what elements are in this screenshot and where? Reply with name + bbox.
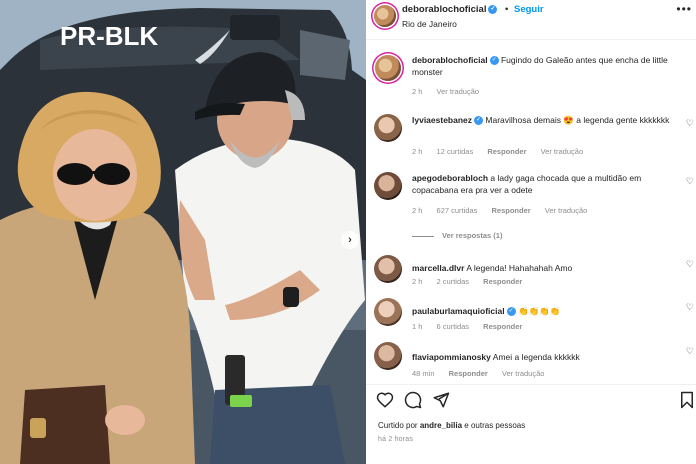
reply-button[interactable]: Responder bbox=[491, 206, 530, 215]
comment-text: A legenda! Hahahahah Amo bbox=[466, 263, 573, 273]
comment-avatar[interactable] bbox=[374, 342, 402, 370]
comment-avatar[interactable] bbox=[374, 114, 402, 142]
comment-text-block: paulaburlamaquioficial ✓ 👏👏👏👏 bbox=[412, 305, 682, 317]
verified-icon: ✓ bbox=[488, 4, 498, 14]
liked-by: Curtido por andre_bilia e outras pessoas bbox=[378, 421, 525, 430]
caption-meta: 2 h Ver tradução bbox=[412, 87, 491, 96]
follow-button[interactable]: Seguir bbox=[514, 4, 544, 15]
translate-link[interactable]: Ver tradução bbox=[545, 206, 588, 215]
reply-button[interactable]: Responder bbox=[449, 369, 488, 378]
verified-icon: ✓ bbox=[506, 307, 516, 317]
more-icon[interactable]: ••• bbox=[676, 2, 692, 16]
comment-text: 👏👏👏👏 bbox=[517, 306, 561, 316]
post-header: deborablochoficial ✓ • Seguir Rio de Jane… bbox=[366, 0, 696, 40]
replies-divider bbox=[412, 235, 434, 237]
comment-username[interactable]: apegodeborabloch bbox=[412, 173, 488, 183]
comment-time: 2 h bbox=[412, 277, 423, 286]
caption-text-block: deborablochoficial ✓ Fugindo do Galeão an… bbox=[412, 54, 682, 78]
comment-meta: 2 h 2 curtidas Responder bbox=[412, 277, 534, 286]
reply-button[interactable]: Responder bbox=[483, 322, 522, 331]
liked-user[interactable]: andre_bilia bbox=[420, 421, 462, 430]
caption-translate-link[interactable]: Ver tradução bbox=[437, 87, 480, 96]
comment-username[interactable]: paulaburlamaquioficial bbox=[412, 306, 505, 316]
post-photo[interactable]: PR-BLK › bbox=[0, 0, 366, 464]
comment-time: 2 h bbox=[412, 147, 423, 156]
comment-avatar[interactable] bbox=[374, 255, 402, 283]
liked-prefix: Curtido por bbox=[378, 421, 418, 430]
comment-avatar[interactable] bbox=[374, 172, 402, 200]
location-link[interactable]: Rio de Janeiro bbox=[402, 19, 457, 29]
heart-icon[interactable]: ♡ bbox=[686, 118, 694, 129]
view-replies-label[interactable]: Ver respostas (1) bbox=[442, 231, 502, 240]
comment-text: Maravilhosa demais 😍 a legenda gente kkk… bbox=[485, 115, 670, 125]
comment-username[interactable]: lyviaestebanez bbox=[412, 115, 472, 125]
heart-icon[interactable]: ♡ bbox=[686, 259, 694, 270]
comment-time: 1 h bbox=[412, 322, 423, 331]
photo-illustration: PR-BLK bbox=[0, 0, 366, 464]
comment-username[interactable]: flaviapommianosky bbox=[412, 352, 491, 362]
reply-button[interactable]: Responder bbox=[483, 277, 522, 286]
author-username[interactable]: deborablochoficial bbox=[402, 4, 486, 15]
comment-text: Amei a legenda kkkkkk bbox=[492, 352, 580, 362]
post-actions: Curtido por andre_bilia e outras pessoas… bbox=[366, 384, 696, 464]
comment-likes[interactable]: 12 curtidas bbox=[437, 147, 474, 156]
comment-meta: 2 h 627 curtidas Responder Ver tradução bbox=[412, 206, 599, 215]
comment-likes[interactable]: 6 curtidas bbox=[437, 322, 470, 331]
caption-username[interactable]: deborablochoficial bbox=[412, 55, 488, 65]
carousel-next-button[interactable]: › bbox=[341, 231, 359, 249]
comment-icon[interactable] bbox=[404, 391, 422, 409]
heart-icon[interactable]: ♡ bbox=[686, 346, 694, 357]
comment-likes[interactable]: 627 curtidas bbox=[437, 206, 478, 215]
verified-icon: ✓ bbox=[474, 116, 484, 126]
comment-likes[interactable]: 2 curtidas bbox=[437, 277, 470, 286]
heart-icon[interactable] bbox=[376, 391, 394, 409]
heart-icon[interactable]: ♡ bbox=[686, 176, 694, 187]
post-time: há 2 horas bbox=[378, 436, 414, 443]
comment-meta: 1 h 6 curtidas Responder bbox=[412, 322, 534, 331]
view-replies-button[interactable]: Ver respostas (1) bbox=[412, 231, 502, 240]
reply-button[interactable]: Responder bbox=[487, 147, 526, 156]
post-details-panel: deborablochoficial ✓ • Seguir Rio de Jane… bbox=[366, 0, 696, 464]
bookmark-icon[interactable] bbox=[680, 391, 694, 409]
share-icon[interactable] bbox=[432, 391, 450, 409]
liked-suffix[interactable]: e outras pessoas bbox=[464, 421, 525, 430]
comment-time: 48 min bbox=[412, 369, 435, 378]
caption-time: 2 h bbox=[412, 87, 423, 96]
comment-text-block: flaviapommianosky Amei a legenda kkkkkk bbox=[412, 351, 682, 363]
comment-username[interactable]: marcella.dlvr bbox=[412, 263, 464, 273]
verified-icon: ✓ bbox=[489, 56, 499, 66]
author-username-row[interactable]: deborablochoficial ✓ bbox=[402, 4, 498, 15]
separator-dot: • bbox=[505, 4, 509, 15]
comment-text-block: lyviaestebanez ✓ Maravilhosa demais 😍 a l… bbox=[412, 114, 682, 126]
comment-text-block: apegodeborabloch a lady gaga chocada que… bbox=[412, 172, 682, 196]
helicopter-registration: PR-BLK bbox=[60, 21, 158, 51]
comment-meta: 48 min Responder Ver tradução bbox=[412, 369, 556, 378]
comment-text-block: marcella.dlvr A legenda! Hahahahah Amo bbox=[412, 262, 682, 274]
comment-meta: 2 h 12 curtidas Responder Ver tradução bbox=[412, 147, 595, 156]
caption-avatar[interactable] bbox=[375, 55, 401, 81]
comment-time: 2 h bbox=[412, 206, 423, 215]
translate-link[interactable]: Ver tradução bbox=[541, 147, 584, 156]
comment-avatar[interactable] bbox=[374, 298, 402, 326]
author-avatar[interactable] bbox=[374, 5, 396, 27]
translate-link[interactable]: Ver tradução bbox=[502, 369, 545, 378]
heart-icon[interactable]: ♡ bbox=[686, 302, 694, 313]
